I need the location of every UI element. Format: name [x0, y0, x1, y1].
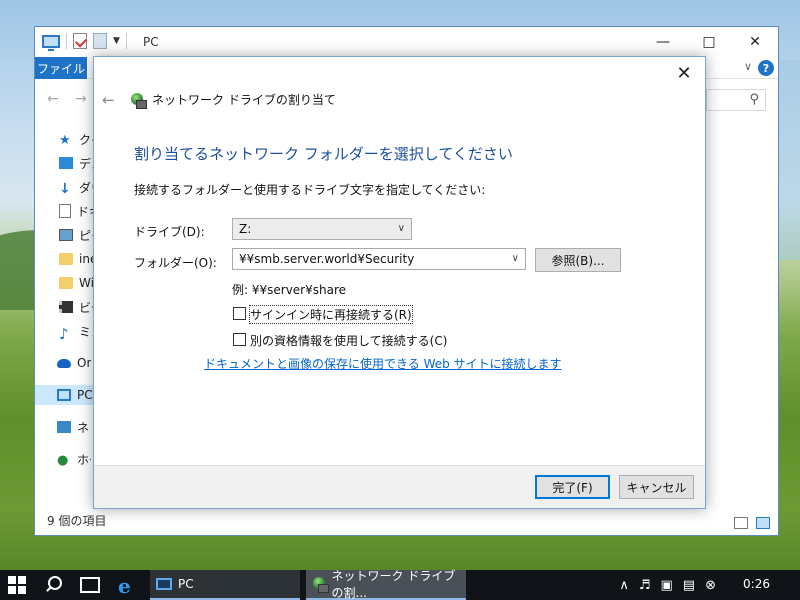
details-view-icon[interactable]: [734, 517, 748, 529]
finish-button[interactable]: 完了(F): [535, 475, 610, 499]
notification-badge-icon[interactable]: ⊗: [705, 578, 716, 593]
download-icon: ↓: [59, 181, 71, 197]
nav-item-windows[interactable]: Windows: [59, 273, 93, 293]
homegroup-icon: ●: [57, 453, 69, 468]
drive-select[interactable]: Z: ∨: [232, 218, 412, 240]
window-title: PC: [143, 35, 159, 49]
video-icon: [59, 301, 73, 313]
music-icon: ♪: [59, 325, 69, 341]
search-icon[interactable]: [44, 575, 62, 593]
network-icon: [57, 421, 71, 433]
start-button[interactable]: [8, 576, 26, 594]
pc-icon: [156, 578, 172, 590]
explorer-titlebar: ▼ PC — □ ✕: [35, 27, 778, 57]
reconnect-checkbox[interactable]: [233, 307, 246, 320]
map-network-drive-dialog: ✕ ← ネットワーク ドライブの割り当て 割り当てるネットワーク フォルダーを選…: [93, 56, 706, 509]
taskbar: e PC ネットワーク ドライブの割... ∧ ♬ ▣ ▤ ⊗ 0:26: [0, 569, 800, 600]
toolbar-separator: [66, 33, 67, 49]
task-view-icon[interactable]: [80, 577, 100, 593]
view-toggle: [734, 517, 770, 529]
nav-item-music[interactable]: ♪ミュージック: [59, 321, 93, 342]
nav-item-inetpub[interactable]: inetpub: [59, 249, 93, 269]
back-arrow-icon[interactable]: ←: [47, 91, 59, 107]
document-icon: [59, 204, 71, 218]
folder-icon: [59, 253, 73, 265]
window-controls: — □ ✕: [640, 27, 778, 57]
nav-item-onedrive[interactable]: OneDrive: [57, 353, 91, 373]
help-icon[interactable]: ?: [758, 60, 774, 76]
maximize-button[interactable]: □: [686, 27, 732, 57]
browse-button[interactable]: 参照(B)...: [535, 248, 621, 272]
system-tray: ∧ ♬ ▣ ▤ ⊗: [619, 570, 800, 600]
folder-icon: [59, 277, 73, 289]
folder-input[interactable]: ¥¥smb.server.world¥Security ∨: [232, 248, 526, 270]
folder-label: フォルダー(O):: [134, 256, 217, 270]
chevron-down-icon: ∨: [397, 223, 405, 234]
search-input[interactable]: ⚲: [706, 89, 766, 111]
credentials-label[interactable]: 別の資格情報を使用して接続する(C): [250, 332, 447, 349]
network-status-icon[interactable]: ▣: [661, 578, 673, 593]
network-drive-icon: [130, 92, 147, 109]
new-folder-icon[interactable]: [93, 33, 107, 49]
dialog-title: ネットワーク ドライブの割り当て: [152, 93, 336, 107]
nav-item-pictures[interactable]: ピクチャ: [59, 225, 93, 245]
network-drive-icon: [312, 576, 329, 593]
edge-browser-icon[interactable]: e: [118, 574, 131, 598]
search-icon: ⚲: [749, 92, 759, 107]
desktop-icon: [59, 157, 73, 169]
dialog-description: 接続するフォルダーと使用するドライブ文字を指定してください:: [134, 183, 486, 197]
cancel-button[interactable]: キャンセル: [619, 475, 694, 499]
pc-icon: [57, 389, 71, 401]
close-button[interactable]: ✕: [732, 27, 778, 57]
dialog-footer: 完了(F) キャンセル: [94, 465, 705, 508]
nav-item-downloads[interactable]: ↓ダウンロード: [59, 177, 93, 198]
dialog-header: ネットワーク ドライブの割り当て: [130, 91, 336, 109]
web-site-link[interactable]: ドキュメントと画像の保存に使用できる Web サイトに接続します: [204, 355, 562, 372]
pc-icon: [42, 34, 60, 51]
reconnect-label[interactable]: サインイン時に再接続する(R): [249, 305, 413, 324]
nav-item-videos[interactable]: ビデオ: [59, 297, 93, 317]
cloud-icon: [57, 358, 71, 368]
drive-label: ドライブ(D):: [134, 225, 205, 239]
credentials-checkbox[interactable]: [233, 333, 246, 346]
taskbar-clock[interactable]: 0:26: [743, 577, 770, 591]
chevron-down-icon[interactable]: ▼: [113, 36, 120, 46]
status-bar-count: 9 個の項目: [47, 514, 107, 528]
drive-select-value: Z:: [239, 222, 252, 236]
chevron-up-icon[interactable]: ∧: [619, 578, 629, 593]
star-icon: ★: [59, 133, 71, 148]
taskbar-app-network-drive[interactable]: ネットワーク ドライブの割...: [306, 569, 466, 600]
chevron-down-icon[interactable]: ∨: [744, 60, 752, 73]
nav-item-quick-access[interactable]: ★クイック アクセス: [59, 129, 93, 149]
back-arrow-icon[interactable]: ←: [102, 91, 115, 109]
volume-icon[interactable]: ♬: [639, 578, 651, 593]
ribbon-file-tab[interactable]: ファイル: [35, 57, 87, 79]
chevron-down-icon[interactable]: ∨: [512, 253, 519, 264]
navigation-pane: ★クイック アクセス デスクトップ ↓ダウンロード ドキュメント ピクチャ in…: [35, 123, 93, 517]
taskbar-app-pc[interactable]: PC: [150, 570, 300, 600]
dialog-heading: 割り当てるネットワーク フォルダーを選択してください: [134, 145, 513, 163]
nav-item-desktop[interactable]: デスクトップ: [59, 153, 93, 173]
toolbar-separator: [125, 33, 127, 49]
quick-access-toolbar: ▼: [42, 33, 127, 51]
nav-item-pc[interactable]: PC: [35, 385, 93, 405]
action-center-icon[interactable]: ▤: [683, 578, 695, 593]
nav-item-documents[interactable]: ドキュメント: [59, 201, 93, 221]
folder-example-text: 例: ¥¥server¥share: [232, 283, 347, 297]
minimize-button[interactable]: —: [640, 27, 686, 57]
nav-item-homegroup[interactable]: ●ホームグループ: [57, 449, 91, 469]
dialog-close-button[interactable]: ✕: [669, 61, 699, 85]
folder-input-value: ¥¥smb.server.world¥Security: [239, 252, 415, 266]
nav-item-network[interactable]: ネットワーク: [57, 417, 91, 437]
large-icons-view-icon[interactable]: [756, 517, 770, 529]
forward-arrow-icon[interactable]: →: [75, 91, 87, 107]
properties-icon[interactable]: [73, 33, 87, 49]
picture-icon: [59, 229, 73, 241]
